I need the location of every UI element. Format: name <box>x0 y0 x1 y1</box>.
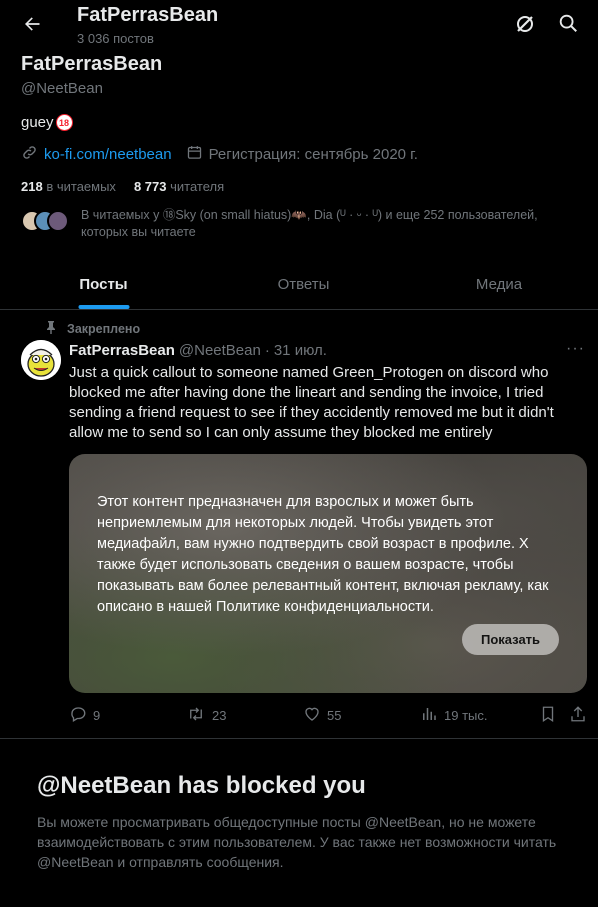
tweet-text: Just a quick callout to someone named Gr… <box>69 364 554 441</box>
like-count: 55 <box>327 708 342 723</box>
following-count: 218 <box>21 179 43 194</box>
pin-icon <box>45 320 57 337</box>
profile-handle: @NeetBean <box>21 80 103 97</box>
share-icon <box>569 705 587 726</box>
views-button[interactable]: 19 тыс. <box>420 705 487 726</box>
header-title: FatPerrasBean <box>77 4 219 26</box>
link-icon <box>21 144 38 165</box>
retweet-count: 23 <box>212 708 227 723</box>
profile-bio: guey 18 <box>21 114 73 131</box>
reply-button[interactable]: 9 <box>69 705 100 726</box>
section-divider <box>0 738 598 739</box>
views-icon <box>420 705 438 726</box>
following-link[interactable]: 218 в читаемых <box>21 179 116 194</box>
pinned-label: Закреплено <box>67 321 141 336</box>
retweet-button[interactable]: 23 <box>186 705 226 726</box>
mutual-avatars <box>21 207 71 235</box>
more-options-icon[interactable]: ··· <box>566 340 585 358</box>
view-count: 19 тыс. <box>444 708 488 723</box>
followers-you-know-text: В читаемых у ⑱Sky (on small hiatus)🦇, Di… <box>81 208 538 239</box>
tweet-header: FatPerrasBean @NeetBean · 31 июл. <box>69 342 327 359</box>
follow-counts: 218 в читаемых 8 773 читателя <box>21 179 224 194</box>
reply-count: 9 <box>93 708 101 723</box>
search-icon[interactable] <box>557 12 581 36</box>
share-button[interactable] <box>569 705 587 726</box>
profile-name: FatPerrasBean <box>21 53 163 75</box>
registration-date: Регистрация: сентябрь 2020 г. <box>208 146 418 163</box>
followers-count: 8 773 <box>133 179 167 194</box>
bookmark-icon <box>539 705 557 726</box>
profile-tabs: Посты Ответы Медиа <box>0 260 598 310</box>
followers-link[interactable]: 8 773 читателя <box>134 179 224 194</box>
retweet-icon <box>186 705 206 726</box>
tweet-author-name[interactable]: FatPerrasBean <box>69 342 175 359</box>
calendar-icon <box>186 144 203 165</box>
tweet-author-handle[interactable]: @NeetBean <box>179 342 261 359</box>
avatar <box>47 210 69 232</box>
profile-meta-row: ko-fi.com/neetbean Регистрация: сентябрь… <box>21 144 418 165</box>
author-avatar[interactable] <box>21 340 61 380</box>
bio-text: guey <box>21 114 54 131</box>
adult-18-badge: 18 <box>55 114 73 131</box>
blocked-title: @NeetBean has blocked you <box>37 772 366 799</box>
like-button[interactable]: 55 <box>303 705 341 726</box>
tab-media[interactable]: Медиа <box>400 260 598 309</box>
sensitive-media-card: Этот контент предназначен для взрослых и… <box>69 454 587 693</box>
grok-icon[interactable] <box>513 12 537 36</box>
pinned-indicator: Закреплено <box>45 320 140 337</box>
followers-label: читателя <box>170 179 225 194</box>
tweet-actions: 9 23 55 19 тыс. <box>69 705 589 727</box>
followers-you-know[interactable]: В читаемых у ⑱Sky (on small hiatus)🦇, Di… <box>21 207 591 241</box>
tweet-date[interactable]: 31 июл. <box>274 342 327 359</box>
tweet-separator: · <box>264 342 270 359</box>
bookmark-button[interactable] <box>539 705 557 726</box>
back-arrow-icon[interactable] <box>18 10 46 38</box>
sensitive-content-warning: Этот контент предназначен для взрослых и… <box>97 494 549 615</box>
following-label: в читаемых <box>46 179 116 194</box>
profile-website-link[interactable]: ko-fi.com/neetbean <box>44 146 172 163</box>
reply-icon <box>69 705 87 726</box>
show-media-button[interactable]: Показать <box>462 624 559 655</box>
blocked-description: Вы можете просматривать общедоступные по… <box>37 814 557 870</box>
tab-replies[interactable]: Ответы <box>207 260 400 309</box>
header-post-count: 3 036 постов <box>77 31 154 46</box>
heart-icon <box>303 705 321 726</box>
tab-posts[interactable]: Посты <box>0 260 207 309</box>
